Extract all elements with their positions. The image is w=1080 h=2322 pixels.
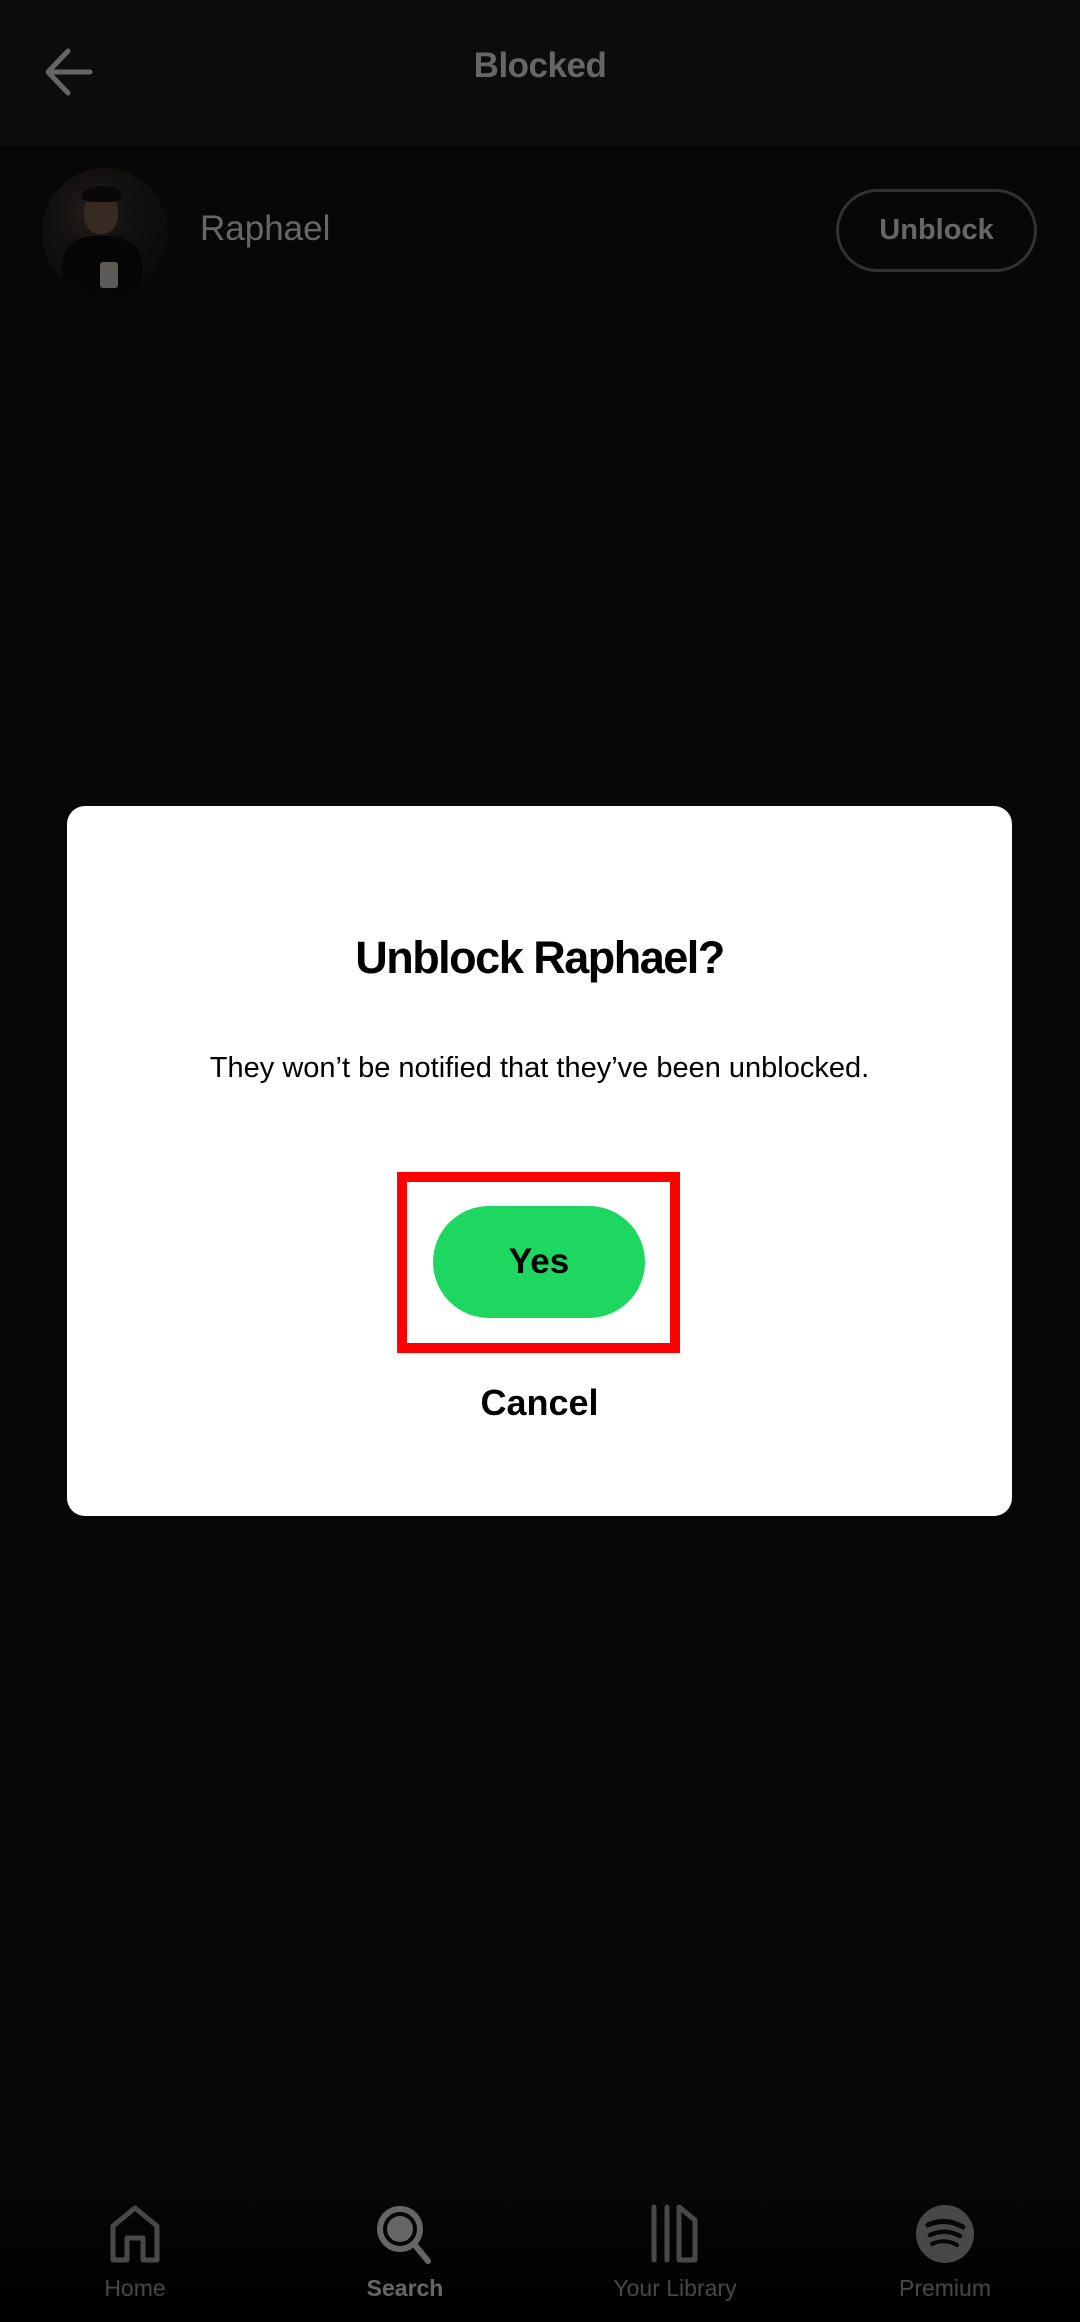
dialog-message: They won’t be notified that they’ve been… xyxy=(209,1052,870,1084)
dialog-title: Unblock Raphael? xyxy=(355,932,725,983)
cancel-button[interactable]: Cancel xyxy=(67,1381,1012,1425)
confirm-yes-button[interactable]: Yes xyxy=(433,1206,645,1318)
unblock-confirm-dialog: Unblock Raphael? They won’t be notified … xyxy=(67,806,1012,1516)
